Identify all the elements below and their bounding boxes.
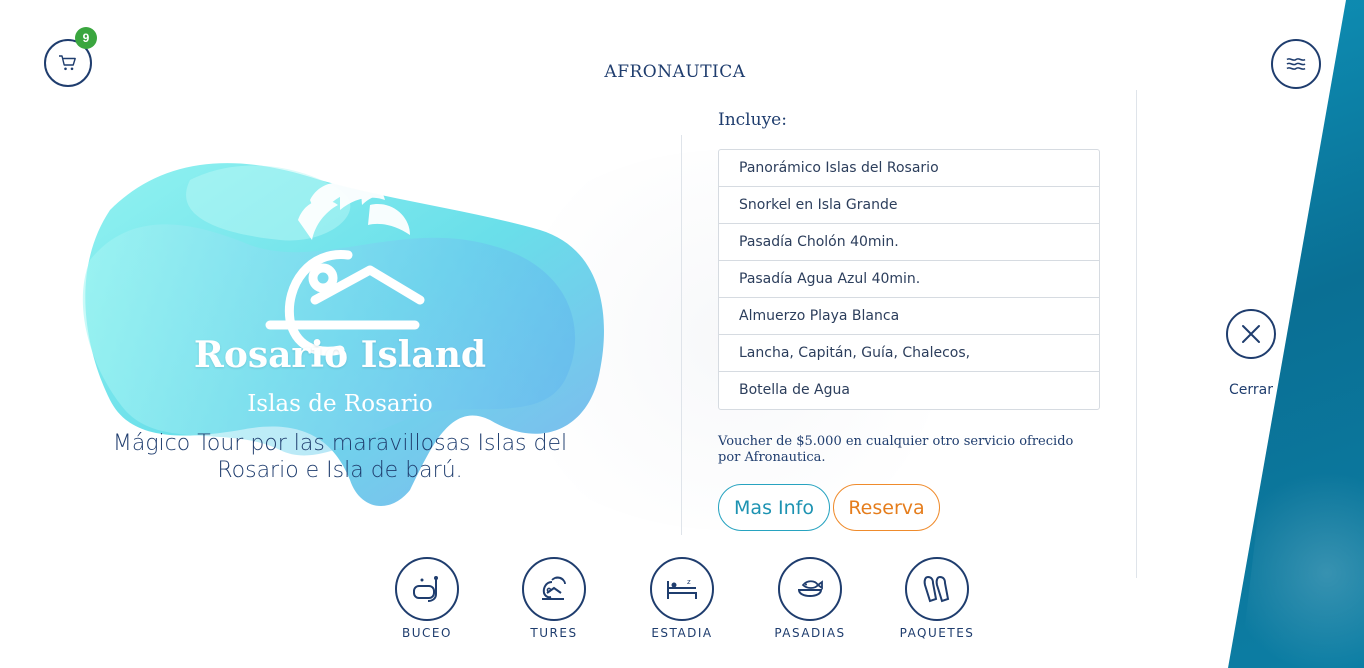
category-paquetes[interactable]: PAQUETES <box>892 557 982 640</box>
waves-menu-icon <box>1286 58 1306 70</box>
includes-item: Botella de Agua <box>739 382 850 398</box>
includes-item: Pasadía Agua Azul 40min. <box>719 261 1099 298</box>
category-estadia-circle[interactable]: z <box>650 557 714 621</box>
tour-description-line: Mágico Tour por las maravillosas Islas d… <box>112 431 568 456</box>
category-label: ESTADIA <box>651 626 713 640</box>
includes-item: Panorámico Islas del Rosario <box>719 150 1099 187</box>
panel-divider <box>1136 90 1137 578</box>
menu-button[interactable] <box>1271 39 1321 89</box>
close-label[interactable]: Cerrar <box>1222 382 1280 398</box>
category-pasadias[interactable]: PASADIAS <box>765 557 855 640</box>
fish-plate-icon <box>797 580 823 597</box>
cart-count-badge: 9 <box>75 27 97 49</box>
background-ocean-glow <box>1240 430 1364 668</box>
includes-item: Pasadía Cholón 40min. <box>719 224 1099 261</box>
category-pasadias-circle[interactable] <box>778 557 842 621</box>
diving-mask-icon <box>413 576 438 602</box>
includes-item: Lancha, Capitán, Guía, Chalecos, <box>719 335 1099 372</box>
includes-heading: Incluye: <box>718 110 787 130</box>
category-label: PASADIAS <box>774 626 846 640</box>
voucher-line: Voucher de $5.000 en cualquier otro serv… <box>718 434 1074 449</box>
close-button[interactable] <box>1226 309 1276 359</box>
tour-subtitle: Islas de Rosario <box>247 391 433 417</box>
voucher-line: por Afronautica. <box>718 450 826 465</box>
bed-icon: z <box>667 578 697 599</box>
category-label: PAQUETES <box>899 626 975 640</box>
tour-description: Mágico Tour por las maravillosas Islas d… <box>80 430 600 484</box>
flippers-icon <box>923 575 950 603</box>
category-tures-circle[interactable] <box>522 557 586 621</box>
content-divider <box>681 135 682 535</box>
tour-title: Rosario Island <box>193 334 487 376</box>
cart-icon <box>59 55 76 71</box>
category-buceo[interactable]: BUCEO <box>382 557 472 640</box>
category-label: TURES <box>530 626 578 640</box>
close-icon <box>1242 325 1260 343</box>
brand-logo-text: AFRONAUTICA <box>604 62 746 82</box>
reserve-button[interactable]: Reserva <box>833 484 940 531</box>
tour-description-line: Rosario e Isla de barú. <box>217 458 463 483</box>
category-estadia[interactable]: z ESTADIA <box>637 557 727 640</box>
more-info-button[interactable]: Mas Info <box>718 484 830 531</box>
svg-text:z: z <box>687 578 691 586</box>
includes-list: Panorámico Islas del Rosario Snorkel en … <box>718 149 1100 410</box>
category-paquetes-circle[interactable] <box>905 557 969 621</box>
brand-logo[interactable]: AFRONAUTICA <box>600 46 750 82</box>
includes-item: Snorkel en Isla Grande <box>719 187 1099 224</box>
category-buceo-circle[interactable] <box>395 557 459 621</box>
palm-island-icon <box>542 576 566 600</box>
category-tures[interactable]: TURES <box>509 557 599 640</box>
includes-item: Almuerzo Playa Blanca <box>719 298 1099 335</box>
voucher-note: Voucher de $5.000 en cualquier otro serv… <box>718 434 1098 466</box>
category-label: BUCEO <box>402 626 452 640</box>
